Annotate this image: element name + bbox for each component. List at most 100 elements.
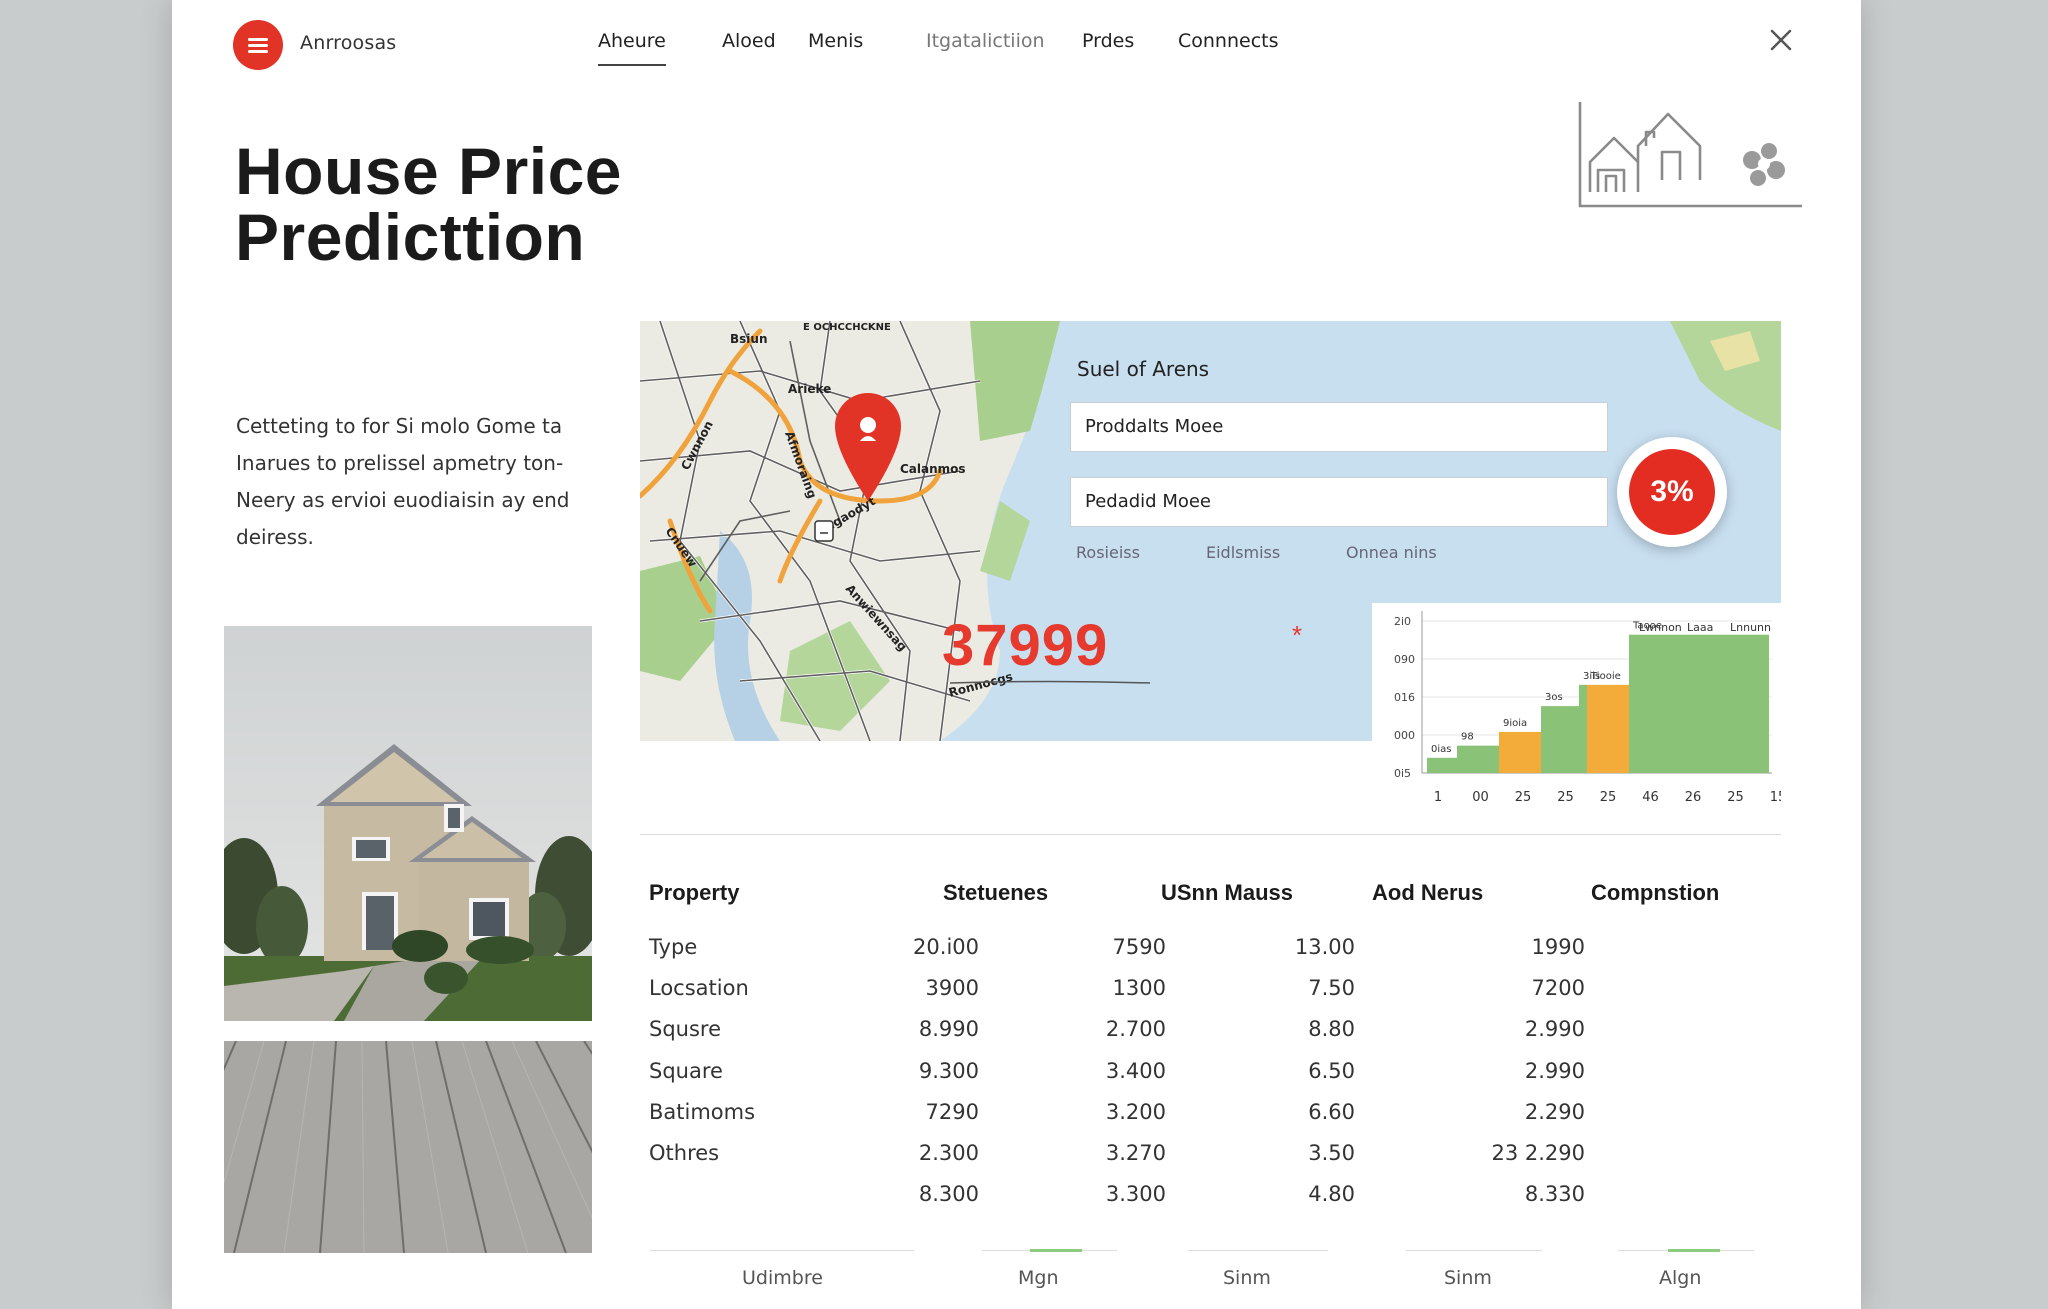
chart-bar-label: 3os (1545, 692, 1563, 703)
table-header-compnstion: Compnstion (1591, 880, 1720, 905)
chart-bar-label: Tiooie (1590, 671, 1621, 682)
table-cell-label: Square (649, 1058, 723, 1083)
percent-badge: 3% (1617, 437, 1727, 547)
nav-item-prdes[interactable]: Prdes (1082, 30, 1134, 52)
table-cell: 2.990 (1524, 1017, 1585, 1042)
nav-item-itgatalictiion[interactable]: Itgatalictiion (926, 30, 1045, 52)
table-cell-label: Squsre (649, 1017, 722, 1042)
page-title: House Price Predicttion (235, 138, 755, 270)
footer-active-indicator (1030, 1249, 1082, 1252)
chart-legend-label: Lnnunn (1730, 621, 1771, 634)
footer-tab-algn[interactable]: Algn (1659, 1267, 1701, 1289)
filter-option[interactable]: Eidlsmiss (1206, 543, 1280, 562)
filter-option[interactable]: Onnea nins (1346, 543, 1437, 562)
nav-item-aloed[interactable]: Aloed (722, 30, 776, 52)
map-label: Bsiun (730, 332, 768, 346)
chart-bar (1579, 684, 1587, 773)
hamburger-icon (248, 38, 268, 53)
chart-bar-label: 0ias (1431, 744, 1451, 755)
price-chart: 2i00900160000i51002525254626251516399500… (1372, 603, 1918, 808)
chart-bar (1629, 634, 1769, 773)
map-label: Arieke (788, 382, 831, 396)
filter-option[interactable]: Rosieiss (1076, 543, 1140, 562)
brand-name: Anrroosas (300, 32, 397, 54)
footer-tab-sinm-2[interactable]: Sinm (1444, 1267, 1492, 1289)
chart-x-tick-label: 25 (1515, 790, 1532, 805)
table-cell: 1300 (1112, 976, 1166, 1001)
chart-bar-label: 9ioia (1503, 718, 1527, 729)
chart-y-tick-label: 016 (1394, 691, 1415, 704)
menu-button[interactable] (233, 20, 283, 70)
close-button[interactable] (1768, 28, 1794, 54)
map-label: Calanmos (900, 462, 966, 476)
table-cell: 3.270 (1105, 1141, 1166, 1165)
chart-x-tick-label: 46 (1642, 790, 1659, 805)
chart-x-tick-label: 25 (1600, 790, 1617, 805)
table-cell-label: Batimoms (649, 1099, 756, 1124)
chart-legend-label: Laaa (1687, 621, 1713, 634)
table-cell: 8.300 (918, 1182, 979, 1207)
table-cell: 6.60 (1308, 1099, 1355, 1124)
footer-tab-mgn[interactable]: Mgn (1018, 1267, 1059, 1289)
page-title-line1: House Price (235, 134, 622, 208)
table-cell: 3.200 (1105, 1099, 1166, 1124)
chart-bar (1457, 745, 1499, 773)
footer-tab-udimbre[interactable]: Udimbre (742, 1267, 823, 1289)
table-cell: 3.400 (1105, 1058, 1166, 1083)
footer-tab-sinm[interactable]: Sinm (1223, 1267, 1271, 1289)
chart-bar-label: 98 (1461, 732, 1474, 743)
footer-divider (1406, 1250, 1542, 1251)
chart-x-tick-label: 25 (1557, 790, 1574, 805)
chart-x-tick-label: 00 (1472, 790, 1489, 805)
table-header-aod-nerus: Aod Nerus (1372, 880, 1484, 905)
table-header-stetuenes: Stetuenes (943, 880, 1049, 905)
table-cell: 3900 (925, 976, 979, 1001)
chart-y-tick-label: 0i5 (1394, 767, 1411, 780)
chart-y-tick-label: 090 (1394, 653, 1415, 666)
app-window: Anrroosas Aheure Aloed Menis Itgatalicti… (172, 0, 1918, 1309)
deck-photo (224, 1041, 592, 1253)
table-cell: 6.50 (1308, 1058, 1355, 1083)
poi-icon (814, 520, 834, 542)
nav-item-connnects[interactable]: Connnects (1178, 30, 1279, 52)
table-cell: 20.i00 (913, 935, 979, 959)
table-cell: 7290 (925, 1099, 979, 1124)
table-cell: 4.80 (1308, 1182, 1355, 1207)
table-cell-label: Type (649, 935, 698, 959)
table-cell: 3.300 (1105, 1182, 1166, 1207)
table-cell: 7200 (1531, 976, 1585, 1001)
nav-item-aheure[interactable]: Aheure (598, 30, 666, 66)
price-footnote-mark: * (1292, 620, 1303, 650)
table-cell-label: Locsation (649, 976, 749, 1001)
table-cell: 3.50 (1308, 1141, 1355, 1165)
property-mode-input[interactable]: Proddalts Moee (1070, 402, 1608, 452)
close-icon (1770, 29, 1792, 51)
table-cell: 9.300 (918, 1058, 979, 1083)
nav-item-menis[interactable]: Menis (808, 30, 863, 52)
table-cell: 2.300 (918, 1141, 979, 1165)
table-header-usnn-mauss: USnn Mauss (1161, 880, 1294, 905)
chart-x-tick-label: 15 (1770, 790, 1781, 805)
footer-active-indicator (1668, 1249, 1720, 1252)
table-cell-label: Othres (649, 1141, 720, 1165)
table-cell: 8.990 (918, 1017, 979, 1042)
chart-bar (1427, 757, 1457, 773)
table-cell: 7590 (1112, 935, 1166, 959)
predicted-mode-input[interactable]: Pedadid Moee (1070, 477, 1608, 527)
house-photo (224, 626, 592, 1021)
table-cell: 8.330 (1524, 1182, 1585, 1207)
chart-bar (1499, 731, 1541, 773)
section-divider (640, 834, 1781, 835)
chart-y-tick-label: 2i0 (1394, 615, 1411, 628)
house-illustration-icon (1578, 102, 1802, 208)
percent-badge-value: 3% (1629, 449, 1715, 535)
predicted-price: 37999 (942, 613, 1109, 678)
page-title-line2: Predicttion (235, 200, 586, 274)
page-description: Cetteting to for Si molo Gome ta Inarues… (236, 414, 570, 549)
map-label: E OCHCCHCKNE (803, 322, 891, 333)
table-cell: 2.700 (1105, 1017, 1166, 1042)
table-header-property: Property (649, 880, 740, 905)
chart-legend-label: Lwnnon (1639, 621, 1682, 634)
table-cell: 7.50 (1308, 976, 1355, 1001)
table-cell: 23 2.290 (1491, 1141, 1585, 1165)
